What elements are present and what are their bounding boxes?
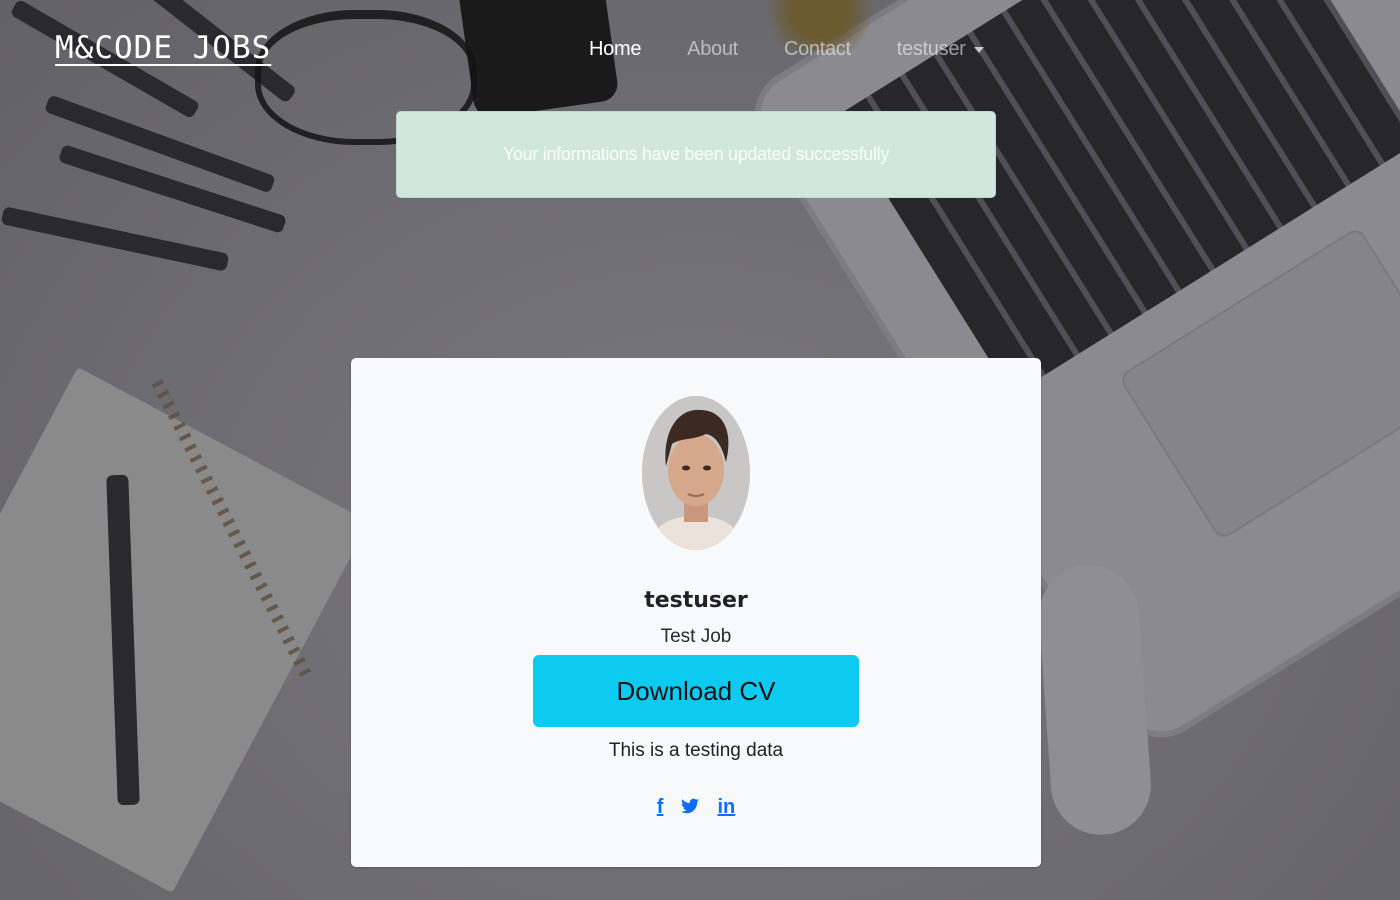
success-alert: Your informations have been updated succ… xyxy=(396,111,996,198)
nav-user-dropdown[interactable]: testuser xyxy=(897,38,984,61)
social-links: f twitter-icon in xyxy=(351,796,1041,819)
profile-description: This is a testing data xyxy=(608,740,784,761)
alert-message: Your informations have been updated succ… xyxy=(502,144,890,164)
facebook-icon[interactable]: f xyxy=(657,796,664,819)
nav-user-label: testuser xyxy=(896,38,966,60)
profile-job-title: Test Job xyxy=(660,626,732,647)
avatar-portrait-icon xyxy=(642,396,750,550)
profile-card: testuser Test Job Download CV This is a … xyxy=(351,358,1041,867)
linkedin-icon[interactable]: in xyxy=(717,796,735,819)
caret-down-icon xyxy=(973,46,984,53)
pen-image xyxy=(0,206,230,272)
main-nav: Home About Contact testuser xyxy=(589,38,1030,61)
mouse-image xyxy=(1035,561,1155,839)
nav-contact-link[interactable]: Contact xyxy=(784,38,851,61)
profile-username: testuser xyxy=(644,588,748,613)
nav-about-link[interactable]: About xyxy=(687,38,738,61)
twitter-icon[interactable]: twitter-icon xyxy=(681,796,700,819)
brand-logo[interactable]: M&CODE_JOBS xyxy=(55,30,271,66)
avatar xyxy=(642,396,750,550)
download-cv-button[interactable]: Download CV xyxy=(533,655,859,727)
nav-home-link[interactable]: Home xyxy=(589,38,641,61)
